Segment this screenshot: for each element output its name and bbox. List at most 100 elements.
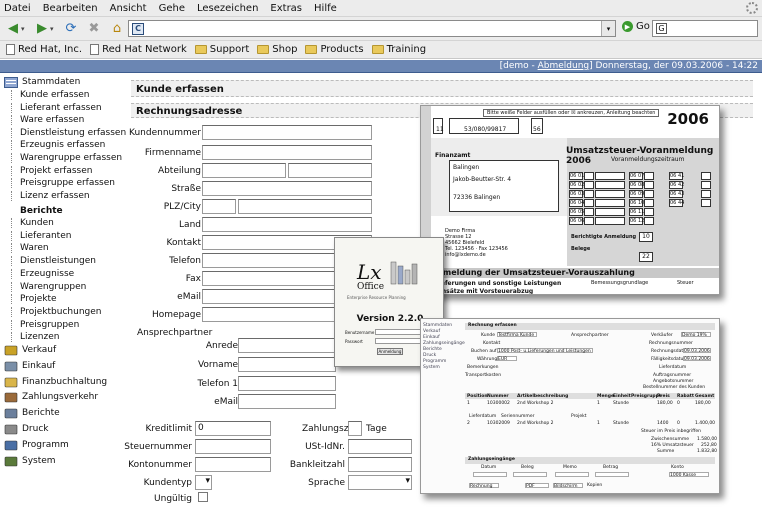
ungueltig-checkbox[interactable] bbox=[198, 492, 208, 502]
sidebar-item-kunden[interactable]: Kunden bbox=[4, 218, 54, 228]
home-icon[interactable]: ⌂ bbox=[107, 20, 127, 38]
sidebar-module-label: Verkauf bbox=[22, 345, 57, 355]
ust-field-a bbox=[584, 190, 594, 198]
firmenname-input[interactable] bbox=[202, 145, 372, 160]
s2-zahl-input bbox=[555, 472, 589, 477]
s2-verkaeufer: Verkäufer bbox=[651, 333, 673, 338]
anrede-input[interactable] bbox=[238, 338, 336, 353]
sidebar-item-einkauf[interactable]: Einkauf bbox=[4, 360, 55, 372]
bookmark-red-hat-network[interactable]: Red Hat Network bbox=[90, 44, 187, 55]
kundennummer-input[interactable] bbox=[202, 125, 372, 140]
kreditlimit-input[interactable]: 0 bbox=[195, 421, 271, 436]
steuernummer-input[interactable] bbox=[195, 439, 271, 454]
back-history-caret-icon[interactable]: ▾ bbox=[21, 25, 29, 33]
ustid-input[interactable] bbox=[348, 439, 412, 454]
menu-extras[interactable]: Extras bbox=[270, 3, 302, 14]
sidebar-item-dienstleistung-erfassen[interactable]: Dienstleistung erfassen bbox=[4, 127, 126, 138]
sidebar-item-kunde-erfassen[interactable]: Kunde erfassen bbox=[4, 90, 90, 100]
url-bar[interactable]: C ▾ bbox=[128, 20, 616, 37]
s2-col-header: Einheit bbox=[613, 394, 631, 399]
s2-lieferdatum-row: Lieferdatum bbox=[469, 414, 497, 419]
sidebar-item-erzeugnis-erfassen[interactable]: Erzeugnis erfassen bbox=[4, 140, 105, 151]
sidebar-item-erzeugnisse[interactable]: Erzeugnisse bbox=[4, 268, 74, 279]
sidebar-item-warengruppen[interactable]: Warengruppen bbox=[4, 281, 86, 292]
sidebar-item-warengruppe-erfassen[interactable]: Warengruppe erfassen bbox=[4, 153, 122, 163]
s2-side-item: Zahlungseingänge bbox=[423, 341, 465, 346]
stop-icon[interactable]: ✖ bbox=[84, 20, 104, 38]
sidebar-item-lieferanten[interactable]: Lieferanten bbox=[4, 230, 71, 241]
s2-zw-val: 1.580,00 bbox=[697, 437, 718, 442]
sprache-label: Sprache bbox=[308, 478, 345, 488]
logout-link[interactable]: Abmeldung bbox=[538, 61, 590, 71]
plz-input[interactable] bbox=[202, 199, 236, 214]
vorname-input[interactable] bbox=[238, 357, 336, 372]
s2-side-item: Verkauf bbox=[423, 329, 441, 334]
kundentyp-select[interactable] bbox=[195, 475, 212, 490]
city-input[interactable] bbox=[238, 199, 372, 214]
sidebar-module-label: Druck bbox=[22, 424, 49, 434]
zahlungsziel-input[interactable] bbox=[348, 421, 362, 436]
sidebar-item-preisgruppen[interactable]: Preisgruppen bbox=[4, 319, 79, 330]
s2-cell: 2 bbox=[467, 421, 470, 426]
reload-icon[interactable]: ⟳ bbox=[61, 20, 81, 38]
ust-field-b bbox=[644, 199, 654, 207]
land-input[interactable] bbox=[202, 217, 372, 232]
sidebar-item-projekt-erfassen[interactable]: Projekt erfassen bbox=[4, 165, 92, 176]
ust-code-a: 06 06 bbox=[569, 217, 585, 225]
sidebar-item-stammdaten[interactable]: Stammdaten bbox=[4, 76, 80, 88]
sidebar-item-preisgruppe-erfassen[interactable]: Preisgruppe erfassen bbox=[4, 178, 115, 189]
s2-projekt: Projekt bbox=[571, 414, 587, 419]
sidebar-item-finanzbuchhaltung[interactable]: Finanzbuchhaltung bbox=[4, 376, 107, 388]
menu-bearbeiten[interactable]: Bearbeiten bbox=[43, 3, 98, 14]
menu-ansicht[interactable]: Ansicht bbox=[110, 3, 147, 14]
bookmark-training[interactable]: Training bbox=[371, 44, 426, 55]
sidebar-item-projekte[interactable]: Projekte bbox=[4, 294, 57, 305]
kontonummer-input[interactable] bbox=[195, 457, 271, 472]
sprache-select[interactable] bbox=[348, 475, 412, 490]
sidebar-item-waren[interactable]: Waren bbox=[4, 243, 49, 254]
menu-hilfe[interactable]: Hilfe bbox=[314, 3, 337, 14]
s2-cell: 2nd Workshop 2 bbox=[517, 401, 554, 406]
sidebar-item-lizenz-erfassen[interactable]: Lizenz erfassen bbox=[4, 190, 90, 201]
sidebar-item-lieferant-erfassen[interactable]: Lieferant erfassen bbox=[4, 102, 102, 113]
sidebar-item-dienstleistungen[interactable]: Dienstleistungen bbox=[4, 256, 96, 267]
s2-cell: 180,00 bbox=[695, 401, 711, 406]
sidebar-item-berichte[interactable]: Berichte bbox=[4, 407, 60, 419]
url-dropdown-icon[interactable]: ▾ bbox=[601, 21, 615, 36]
abteilung-input-2[interactable] bbox=[288, 163, 372, 178]
ap-email-input[interactable] bbox=[238, 394, 336, 409]
kundentyp-label: Kundentyp bbox=[143, 478, 192, 488]
forward-arrow-icon[interactable]: ▶ bbox=[32, 20, 52, 38]
sidebar-item-projektbuchungen[interactable]: Projektbuchungen bbox=[4, 306, 102, 317]
menu-datei[interactable]: Datei bbox=[4, 3, 31, 14]
menu-gehe[interactable]: Gehe bbox=[159, 3, 185, 14]
telefon1-input[interactable] bbox=[238, 376, 336, 391]
forward-history-caret-icon[interactable]: ▾ bbox=[50, 25, 58, 33]
email-label: eMail bbox=[177, 292, 201, 302]
sidebar-item-system[interactable]: System bbox=[4, 455, 56, 467]
ust-fa-name: Balingen bbox=[453, 164, 480, 171]
lx-user-label: Benutzername bbox=[345, 330, 375, 335]
zahlungsverkehr-icon bbox=[4, 393, 18, 403]
sidebar-item-lizenzen[interactable]: Lizenzen bbox=[4, 332, 59, 343]
abteilung-input-1[interactable] bbox=[202, 163, 286, 178]
bankleitzahl-input[interactable] bbox=[348, 457, 412, 472]
sidebar-item-berichte-head[interactable]: Berichte bbox=[4, 206, 63, 216]
bookmark-red-hat-inc[interactable]: Red Hat, Inc. bbox=[6, 44, 82, 55]
sidebar-item-ware-erfassen[interactable]: Ware erfassen bbox=[4, 115, 84, 126]
bookmark-support[interactable]: Support bbox=[194, 44, 249, 55]
back-arrow-icon[interactable]: ◀ bbox=[3, 20, 23, 38]
sidebar-item-zahlungsverkehr[interactable]: Zahlungsverkehr bbox=[4, 391, 98, 403]
sidebar-item-druck[interactable]: Druck bbox=[4, 423, 49, 435]
bookmark-products[interactable]: Products bbox=[305, 44, 364, 55]
bookmark-shop[interactable]: Shop bbox=[257, 44, 297, 55]
search-input[interactable]: G bbox=[652, 20, 758, 37]
search-engine-icon[interactable]: G bbox=[656, 23, 667, 34]
menu-lesezeichen[interactable]: Lesezeichen bbox=[197, 3, 258, 14]
navigation-toolbar: ◀ ▾ ▶ ▾ ⟳ ✖ ⌂ C ▾ ▶ Go G bbox=[0, 17, 762, 41]
sidebar-item-programm[interactable]: Programm bbox=[4, 439, 69, 451]
s2-waehrung-val: EUR bbox=[497, 356, 517, 362]
sidebar-item-verkauf[interactable]: Verkauf bbox=[4, 344, 56, 356]
strasse-input[interactable] bbox=[202, 181, 372, 196]
go-button[interactable]: ▶ Go bbox=[622, 21, 650, 32]
